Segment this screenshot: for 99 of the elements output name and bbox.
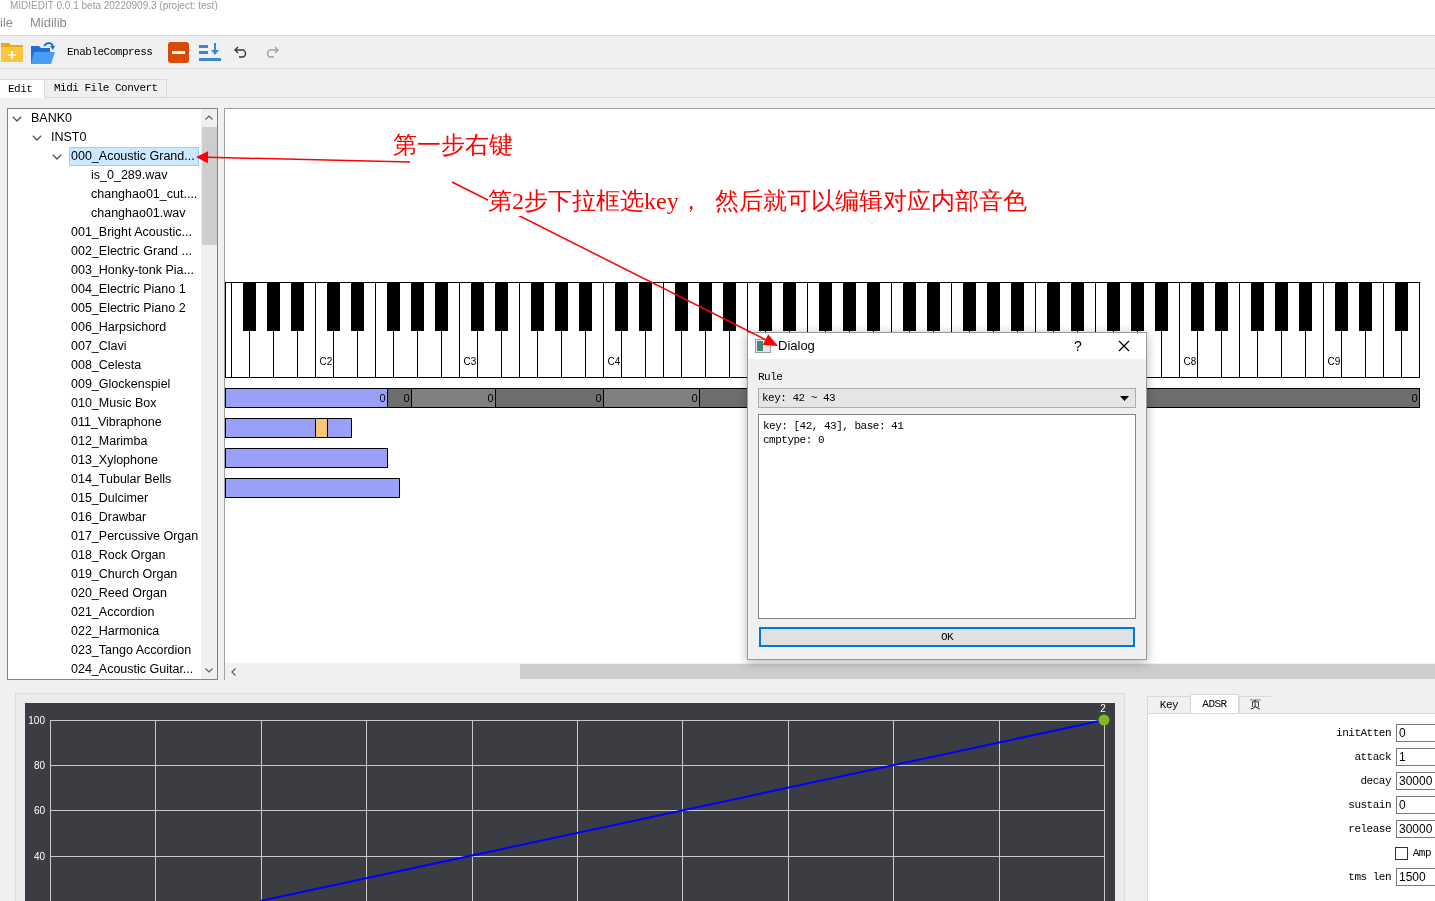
tree-item[interactable]: 010_Music Box [69, 394, 160, 413]
chevron-down-icon[interactable] [32, 134, 42, 141]
field-label: attack [1354, 749, 1391, 765]
tree-item[interactable]: 016_Drawbar [69, 508, 150, 527]
tree-item[interactable]: 004_Electric Piano 1 [69, 280, 189, 299]
tree-item[interactable]: INST0 [49, 128, 90, 147]
tree-item[interactable]: is_0_289.wav [89, 166, 171, 185]
minus-icon[interactable] [168, 41, 190, 63]
tree-item[interactable]: 017_Percussive Organ [69, 527, 201, 546]
dialog-title: Dialog [778, 337, 815, 356]
sharp-key[interactable] [723, 282, 736, 331]
tree-item[interactable]: 008_Celesta [69, 356, 145, 375]
field-label: tms len [1348, 869, 1391, 885]
tree-item[interactable]: 003_Honky-tonk Pia... [69, 261, 197, 280]
tree-item[interactable]: 012_Marimba [69, 432, 151, 451]
scroll-left-icon[interactable] [231, 667, 236, 676]
tree-item[interactable]: 015_Dulcimer [69, 489, 152, 508]
field-label: initAtten [1336, 725, 1391, 741]
tree-item[interactable]: 005_Electric Piano 2 [69, 299, 189, 318]
tree-item[interactable]: 022_Harmonica [69, 622, 163, 641]
checkbox-label: Amp [1412, 845, 1431, 861]
tree-item[interactable]: 023_Tango Accordion [69, 641, 195, 660]
scrollbar-thumb[interactable] [201, 127, 217, 245]
sample-range-bar[interactable] [225, 478, 400, 498]
field-label: sustain [1348, 797, 1391, 813]
tab[interactable]: Edit [0, 79, 45, 98]
tree-item[interactable]: 001_Bright Acoustic... [69, 223, 195, 242]
tree-item[interactable]: 006_Harpsichord [69, 318, 170, 337]
input-field[interactable]: 1500 [1396, 868, 1435, 886]
root-key-marker[interactable] [315, 418, 328, 438]
tab[interactable]: Key [1147, 696, 1190, 713]
input-field[interactable]: 1 [1396, 748, 1435, 766]
octave-label: C8 [1183, 356, 1197, 367]
octave-label: C3 [463, 356, 477, 367]
scroll-up-icon[interactable] [205, 115, 213, 120]
tab[interactable]: Midi File Convert [45, 79, 167, 97]
segment-value: 0 [403, 392, 410, 404]
tree-item[interactable]: 019_Church Organ [69, 565, 181, 584]
folder-open-icon[interactable] [31, 40, 55, 64]
field-label: decay [1360, 773, 1391, 789]
tree-item[interactable]: 009_Glockenspiel [69, 375, 174, 394]
scrollbar-thumb[interactable] [520, 664, 1435, 679]
segment-value: 0 [1411, 392, 1418, 404]
enable-compress-button[interactable]: EnableCompress [67, 45, 153, 59]
tree-item[interactable]: 011_Vibraphone [69, 413, 165, 432]
sharp-key[interactable] [675, 282, 688, 331]
annotation-text: 第一步右键 [393, 130, 513, 160]
sharp-key[interactable] [699, 282, 712, 331]
tree-item[interactable]: 000_Acoustic Grand... [69, 147, 199, 166]
horizontal-scrollbar[interactable] [225, 663, 1435, 680]
field-label: Rule [758, 371, 783, 383]
envelope-point-handle[interactable] [1098, 714, 1110, 726]
tree-item[interactable]: 002_Electric Grand ... [69, 242, 195, 261]
input-field[interactable]: 30000 [1396, 772, 1435, 790]
menu-item[interactable]: Midilib [24, 14, 73, 32]
input-field[interactable]: 30000 [1396, 820, 1435, 838]
y-axis-label: 60 [33, 805, 45, 816]
segment-value: 0 [487, 392, 494, 404]
y-axis-label: 40 [33, 851, 45, 862]
segment-value: 0 [691, 392, 698, 404]
details-text-area[interactable]: key: [42, 43], base: 41 cmptype: 0 [758, 414, 1136, 619]
tab[interactable]: 页 [1239, 696, 1271, 713]
checkbox[interactable] [1394, 846, 1408, 860]
close-icon[interactable] [1118, 340, 1130, 352]
octave-label: C2 [319, 356, 333, 367]
key-range-segment[interactable] [225, 388, 388, 408]
help-button[interactable]: ? [1068, 337, 1088, 355]
input-field[interactable]: 0 [1396, 796, 1435, 814]
scroll-down-icon[interactable] [205, 668, 213, 673]
tree-item[interactable]: 021_Accordion [69, 603, 158, 622]
rule-select[interactable]: key: 42 ~ 43 [758, 388, 1136, 408]
tree-item[interactable]: changhao01_cut.... [89, 185, 201, 204]
tab[interactable]: ADSR [1190, 694, 1239, 713]
segment-value: 0 [595, 392, 602, 404]
field-label: release [1348, 821, 1391, 837]
tree-item[interactable]: 014_Tubular Bells [69, 470, 175, 489]
tree-item[interactable]: 024_Acoustic Guitar... [69, 660, 197, 679]
segment-value: 0 [379, 392, 386, 404]
dropdown-caret-icon[interactable] [1120, 395, 1129, 401]
tree-item[interactable]: changhao01.wav [89, 204, 189, 223]
y-axis-label: 80 [33, 760, 45, 771]
point-label: 2 [1100, 703, 1106, 714]
sort-down-icon[interactable] [199, 42, 222, 62]
tree-item[interactable]: 007_Clavi [69, 337, 130, 356]
tree-item[interactable]: 018_Rock Organ [69, 546, 169, 565]
chevron-down-icon[interactable] [52, 153, 62, 160]
tree-item[interactable]: 013_Xylophone [69, 451, 161, 470]
octave-label: C4 [607, 356, 621, 367]
input-field[interactable]: 0 [1396, 724, 1435, 742]
ok-button[interactable]: OK [759, 627, 1135, 647]
annotation-text: 第2步下拉框选key， 然后就可以编辑对应内部音色 [488, 186, 1027, 216]
sample-range-bar[interactable] [225, 448, 388, 468]
tree-item[interactable]: 020_Reed Organ [69, 584, 170, 603]
y-axis-label: 100 [28, 715, 45, 726]
chevron-down-icon[interactable] [12, 115, 22, 122]
vertical-scrollbar[interactable] [201, 109, 217, 679]
octave-label: C9 [1327, 356, 1341, 367]
window-title: MIDIEDIT 0.0.1 beta 20220909.3 (project: test) [10, 0, 218, 11]
tree-item[interactable]: BANK0 [29, 109, 75, 128]
